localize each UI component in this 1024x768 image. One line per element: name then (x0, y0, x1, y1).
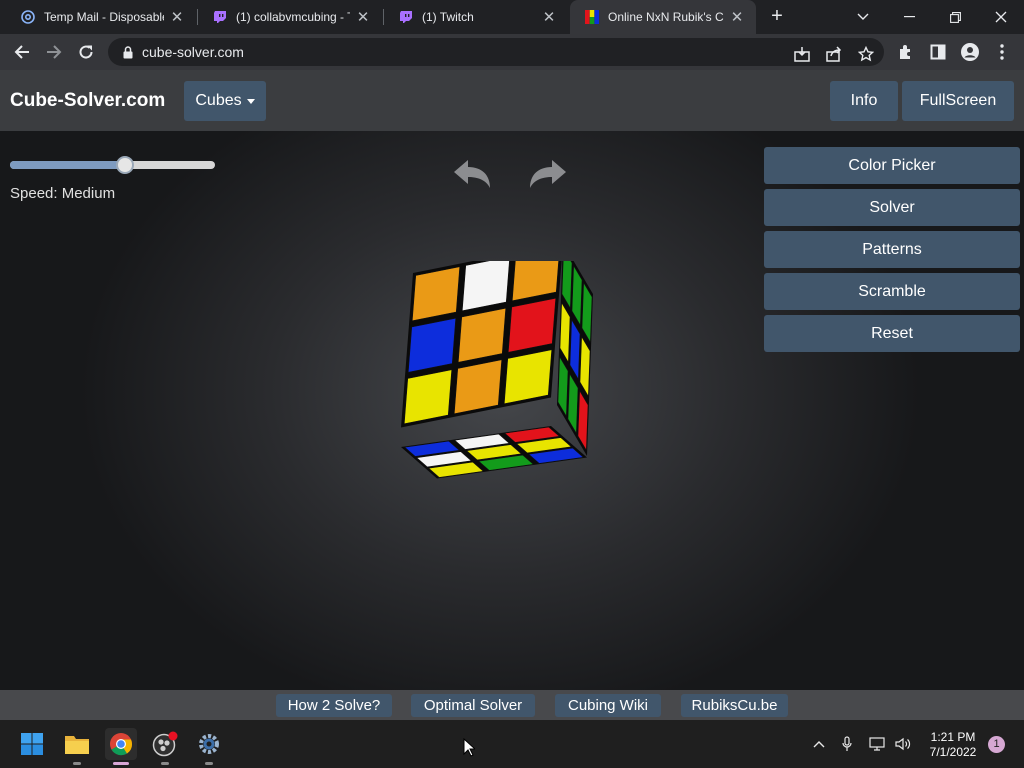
tab-search-chevron-icon[interactable] (840, 0, 886, 34)
close-window-icon[interactable] (978, 0, 1024, 34)
windows-start-icon[interactable] (16, 728, 48, 760)
cube-sticker (453, 359, 503, 415)
file-explorer-icon[interactable] (61, 728, 93, 765)
microphone-icon[interactable] (836, 732, 858, 756)
close-tab-icon[interactable]: ✕ (168, 8, 186, 26)
chrome-icon[interactable] (105, 728, 137, 765)
new-tab-button[interactable]: + (766, 6, 788, 28)
address-bar[interactable]: cube-solver.com (108, 38, 884, 66)
speed-slider-fill (10, 161, 125, 169)
taskbar-clock[interactable]: 1:21 PM 7/1/2022 (922, 730, 984, 760)
twitch-icon (212, 9, 228, 25)
scramble-button[interactable]: Scramble (764, 273, 1020, 310)
clock-date: 7/1/2022 (929, 745, 977, 759)
obs-studio-icon[interactable] (149, 728, 181, 765)
cube-sticker (457, 307, 507, 363)
bookmark-star-icon[interactable] (856, 44, 876, 64)
rubiks-cube-3d[interactable] (380, 261, 620, 501)
cube-face-bottom (401, 426, 587, 479)
cube-face-front (401, 261, 562, 428)
cube-sticker (503, 349, 553, 405)
browser-tab-collabvmcubing[interactable]: (1) collabvmcubing - Tw ✕ (198, 0, 382, 34)
cube-viewport[interactable]: Speed: Medium Color Picker Solver Patter… (0, 131, 1024, 690)
speed-slider-thumb[interactable] (115, 156, 134, 174)
active-indicator (113, 762, 129, 765)
reload-icon[interactable] (72, 38, 100, 66)
minimize-window-icon[interactable] (886, 0, 932, 34)
notification-badge[interactable]: 1 (988, 736, 1005, 753)
install-app-icon[interactable] (792, 44, 812, 64)
volume-speaker-icon[interactable] (892, 732, 914, 756)
browser-tab-twitch[interactable]: (1) Twitch ✕ (384, 0, 568, 34)
cubes-dropdown-label: Cubes (195, 92, 242, 109)
rubiks-favicon (584, 9, 600, 25)
browser-toolbar: cube-solver.com (0, 34, 1024, 70)
close-tab-icon[interactable]: ✕ (540, 8, 558, 26)
patterns-button[interactable]: Patterns (764, 231, 1020, 268)
network-icon[interactable] (867, 732, 889, 756)
tab-title: Temp Mail - Disposable (44, 10, 164, 24)
close-tab-icon[interactable]: ✕ (728, 8, 746, 26)
site-navbar: Cube-Solver.com Cubes Info FullScreen (0, 70, 1024, 131)
share-icon[interactable] (824, 44, 844, 64)
speed-label: Speed: Medium (10, 185, 116, 202)
reset-button[interactable]: Reset (764, 315, 1020, 352)
footer-links-bar: How 2 Solve? Optimal Solver Cubing Wiki … (0, 690, 1024, 720)
tab-title: (1) Twitch (422, 10, 474, 24)
how-to-solve-link[interactable]: How 2 Solve? (276, 694, 392, 717)
temp-mail-icon (20, 9, 36, 25)
undo-arrow-icon[interactable] (452, 155, 494, 191)
color-picker-button[interactable]: Color Picker (764, 147, 1020, 184)
lock-icon[interactable] (120, 44, 136, 60)
settings-gear-icon[interactable] (193, 728, 225, 765)
clock-time: 1:21 PM (930, 730, 976, 744)
menu-kebab-icon[interactable] (988, 38, 1016, 66)
windows-taskbar: 1:21 PM 7/1/2022 1 (0, 720, 1024, 768)
optimal-solver-link[interactable]: Optimal Solver (411, 694, 535, 717)
forward-arrow-icon[interactable] (40, 38, 68, 66)
cube-sticker (407, 317, 457, 373)
cubing-wiki-link[interactable]: Cubing Wiki (555, 694, 661, 717)
speed-slider[interactable] (10, 156, 215, 174)
cube-sticker (507, 297, 557, 353)
show-hidden-icons-chevron-icon[interactable] (808, 732, 830, 756)
solver-button[interactable]: Solver (764, 189, 1020, 226)
info-button[interactable]: Info (830, 81, 898, 121)
twitch-icon (398, 9, 414, 25)
mouse-pointer-icon (463, 738, 475, 757)
fullscreen-button[interactable]: FullScreen (902, 81, 1014, 121)
cube-face-right (557, 261, 593, 456)
close-tab-icon[interactable]: ✕ (354, 8, 372, 26)
rubikscube-link[interactable]: RubiksCu.be (681, 694, 788, 717)
extensions-puzzle-icon[interactable] (892, 38, 920, 66)
running-indicator (73, 762, 81, 765)
running-indicator (205, 762, 213, 765)
profile-avatar-icon[interactable] (956, 38, 984, 66)
caret-down-icon (246, 98, 255, 104)
back-arrow-icon[interactable] (8, 38, 36, 66)
side-panel-icon[interactable] (924, 38, 952, 66)
cube-sticker (403, 369, 453, 425)
browser-tab-temp-mail[interactable]: Temp Mail - Disposable ✕ (6, 0, 196, 34)
running-indicator (161, 762, 169, 765)
browser-tab-strip: Temp Mail - Disposable ✕ (1) collabvmcub… (0, 0, 1024, 34)
redo-arrow-icon[interactable] (526, 155, 568, 191)
restore-window-icon[interactable] (932, 0, 978, 34)
tab-title: Online NxN Rubik's Cu (608, 10, 724, 24)
site-brand[interactable]: Cube-Solver.com (10, 90, 165, 112)
browser-tab-rubiks-active[interactable]: Online NxN Rubik's Cu ✕ (570, 0, 756, 34)
cubes-dropdown-button[interactable]: Cubes (184, 81, 266, 121)
cube-sticker (411, 266, 461, 322)
tab-title: (1) collabvmcubing - Tw (236, 10, 350, 24)
url-text: cube-solver.com (142, 44, 244, 60)
